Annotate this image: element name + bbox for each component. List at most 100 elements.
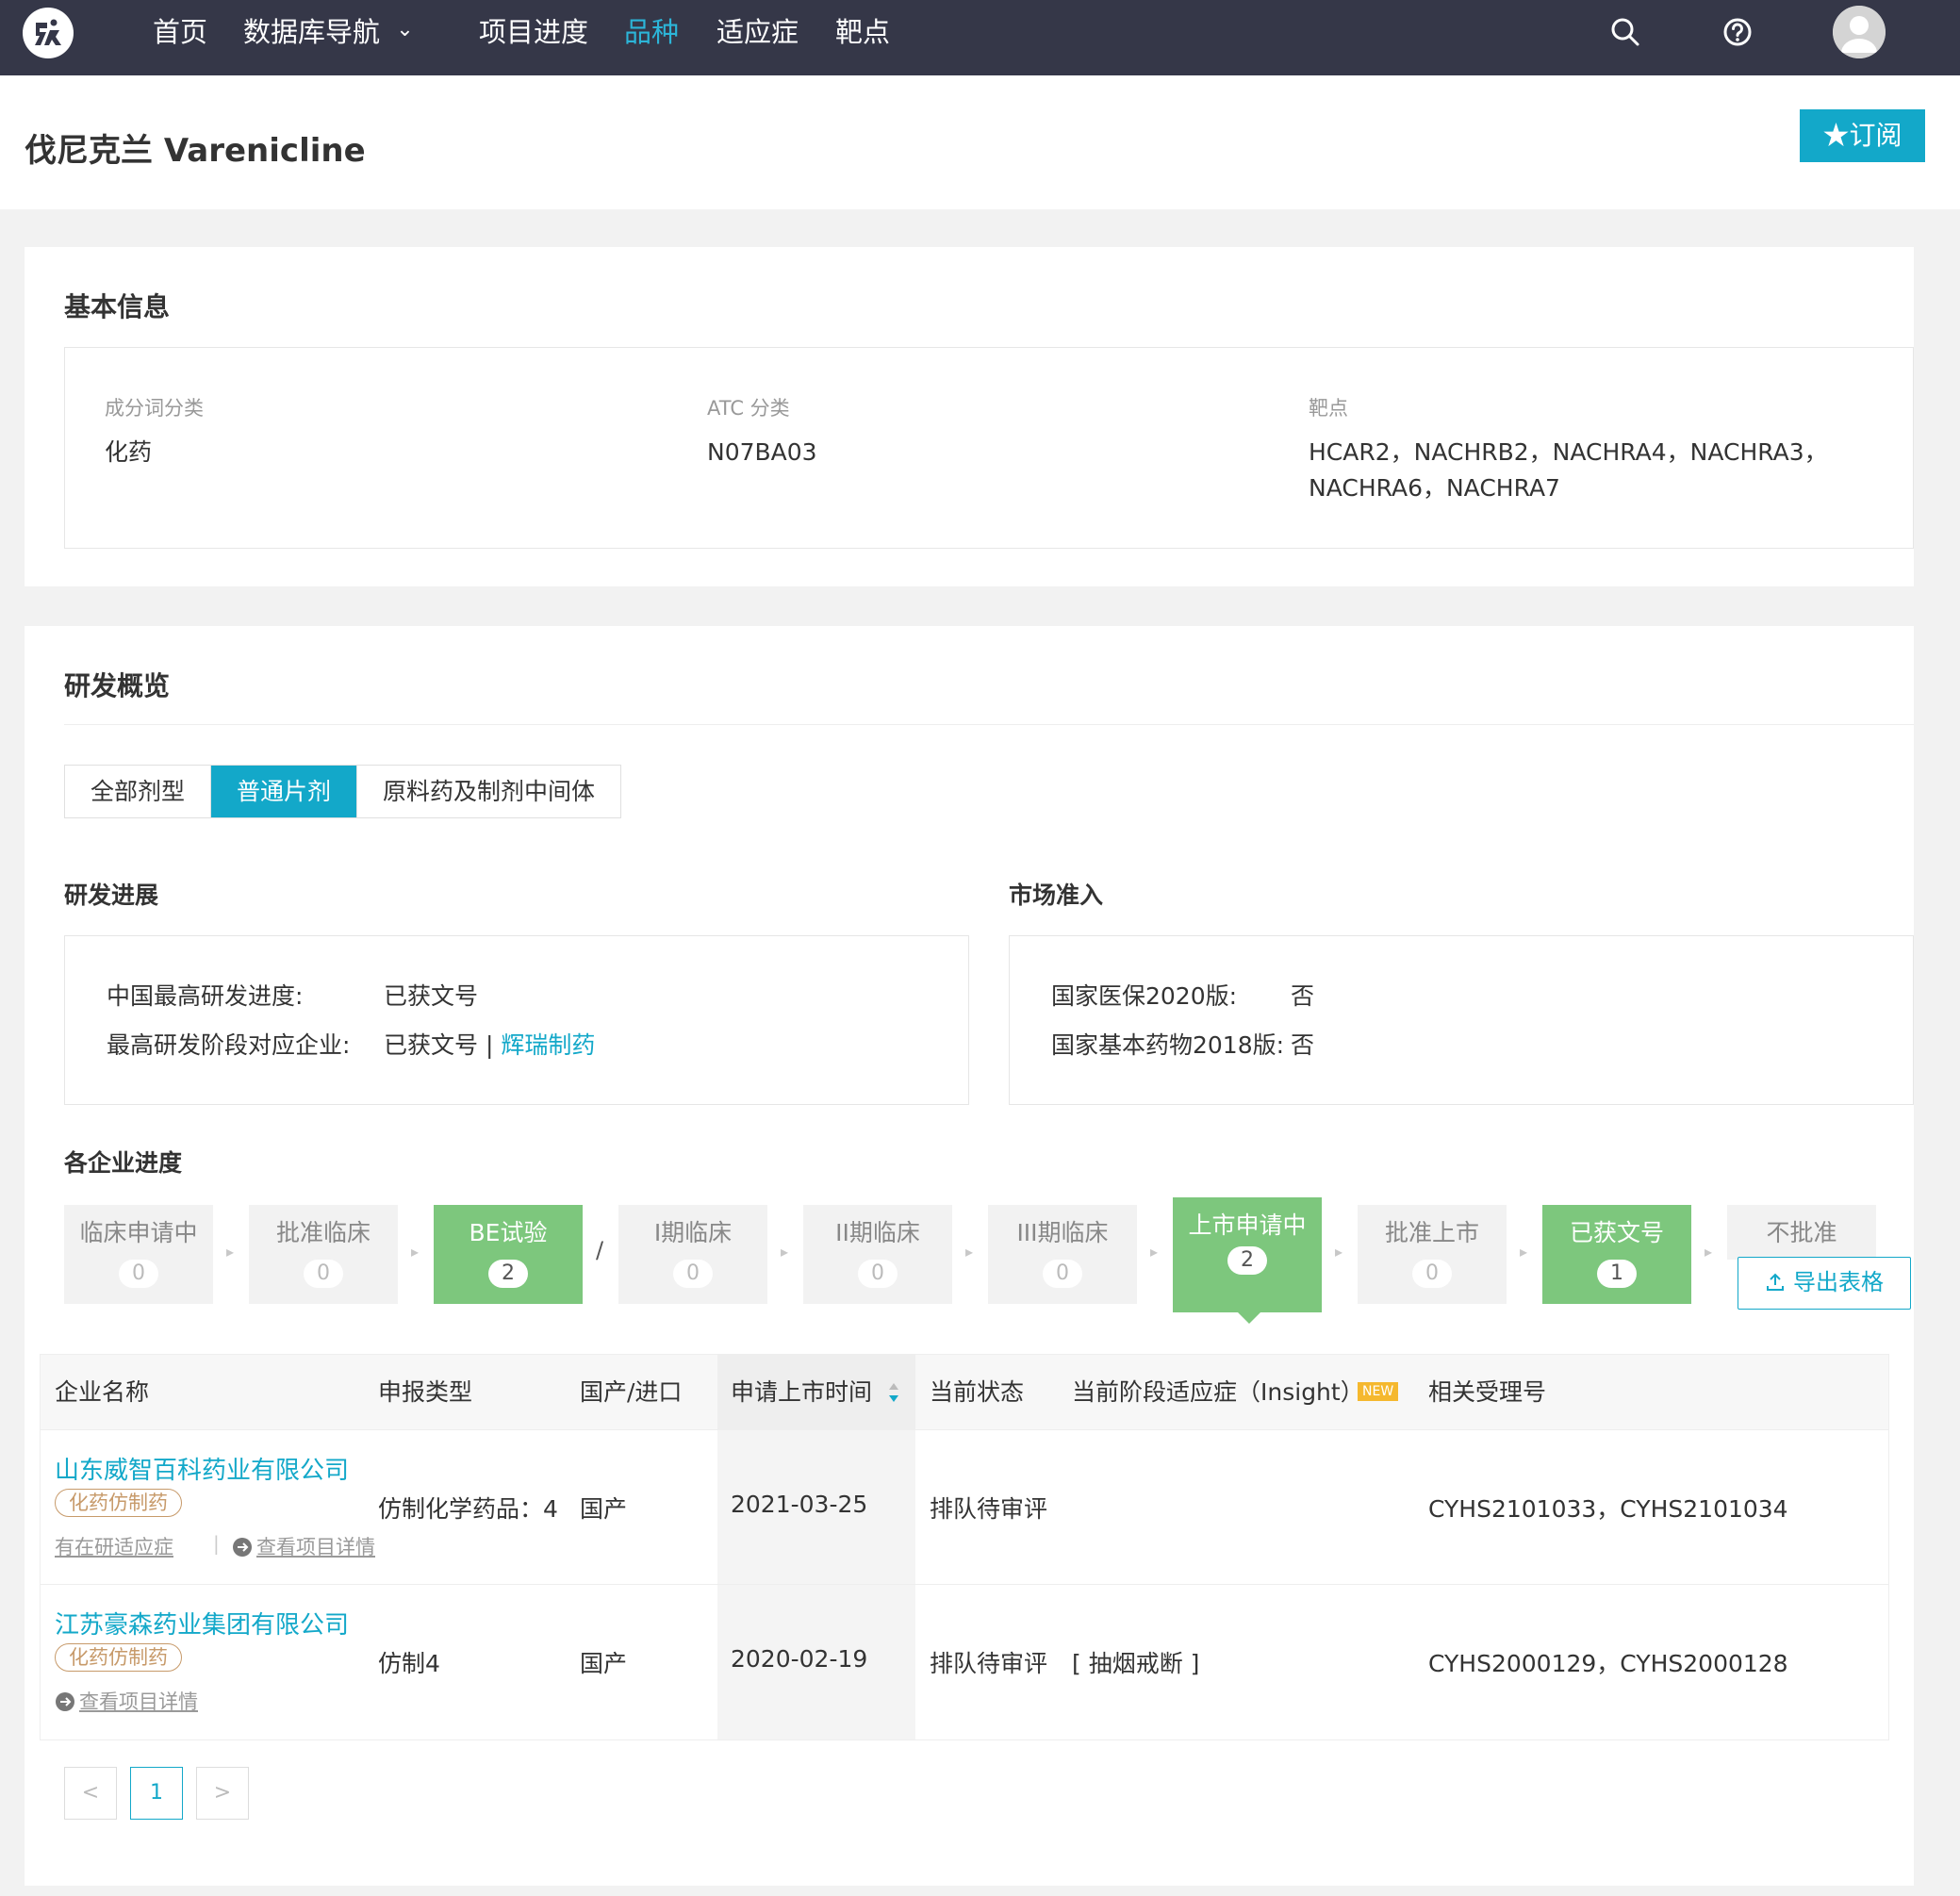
avatar-icon[interactable] bbox=[1833, 6, 1886, 58]
field-value-atc: N07BA03 bbox=[707, 438, 817, 466]
stage-count: 0 bbox=[673, 1260, 713, 1288]
field-value-ingredient-class: 化药 bbox=[105, 438, 153, 466]
divider bbox=[64, 724, 1914, 725]
nav-item-label: 数据库导航 bbox=[243, 16, 381, 48]
tab-all-dosage-forms[interactable]: 全部剂型 bbox=[65, 766, 212, 817]
kv-label-essential-medicines: 国家基本药物2018版: bbox=[1051, 1031, 1285, 1059]
stage-8[interactable]: 已获文号 1 bbox=[1542, 1205, 1691, 1304]
dosage-form-tabs: 全部剂型 普通片剂 原料药及制剂中间体 bbox=[64, 765, 622, 818]
selected-stage-pointer bbox=[1238, 1312, 1260, 1324]
nav-item-indications[interactable]: 适应症 bbox=[716, 0, 799, 75]
stage-label: I期临床 bbox=[653, 1219, 733, 1246]
stage-9[interactable]: 不批准 bbox=[1727, 1205, 1876, 1260]
help-icon[interactable] bbox=[1721, 15, 1754, 49]
upload-icon bbox=[1767, 1273, 1784, 1291]
market-access-box: 国家医保2020版: 否 国家基本药物2018版: 否 bbox=[1009, 935, 1914, 1105]
cell-current-indication[interactable]: [ 抽烟戒断 ] bbox=[1072, 1645, 1199, 1679]
sub-divider: | bbox=[213, 1532, 220, 1555]
stage-label: 已获文号 bbox=[1569, 1219, 1664, 1246]
export-table-button[interactable]: 导出表格 bbox=[1738, 1257, 1911, 1310]
stage-label: BE试验 bbox=[469, 1219, 548, 1246]
view-project-details-link[interactable]: 查看项目详情 bbox=[232, 1532, 375, 1560]
field-value-targets-line2: NACHRA6，NACHRA7 bbox=[1309, 474, 1560, 502]
logo-icon[interactable] bbox=[23, 8, 74, 58]
cell-current-status: 排队待审评 bbox=[930, 1650, 1048, 1677]
kv-value-medical-insurance: 否 bbox=[1291, 982, 1315, 1010]
cell-origin: 国产 bbox=[580, 1650, 628, 1677]
stage-separator-arrow: ▸ bbox=[226, 1243, 235, 1261]
stage-separator-arrow: ▸ bbox=[781, 1243, 789, 1261]
pagination-page-button[interactable]: 1 bbox=[130, 1767, 183, 1820]
th-application-type: 申报类型 bbox=[378, 1378, 473, 1406]
company-link[interactable]: 江苏豪森药业集团有限公司 bbox=[55, 1606, 349, 1640]
stage-2[interactable]: BE试验 2 bbox=[434, 1205, 583, 1304]
stage-count: 0 bbox=[858, 1260, 898, 1288]
stage-separator-slash: / bbox=[596, 1237, 604, 1263]
cell-listing-date: 2021-03-25 bbox=[731, 1491, 868, 1518]
nav-item-database-navigation[interactable]: 数据库导航 ⌄ bbox=[243, 0, 414, 75]
nav-item-varieties[interactable]: 品种 bbox=[624, 0, 679, 75]
cell-origin: 国产 bbox=[580, 1495, 628, 1523]
field-label-atc: ATC 分类 bbox=[707, 397, 790, 420]
stage-count: 0 bbox=[119, 1260, 158, 1288]
section-title-basic-info: 基本信息 bbox=[64, 291, 171, 322]
stage-separator-arrow: ▸ bbox=[1335, 1243, 1343, 1261]
basic-info-card: 基本信息 成分词分类 化药 ATC 分类 N07BA03 靶点 HCAR2，NA… bbox=[25, 247, 1914, 586]
stage-3[interactable]: I期临床 0 bbox=[618, 1205, 767, 1304]
in-research-indications-link[interactable]: 有在研适应症 bbox=[55, 1532, 173, 1560]
arrow-circle-icon bbox=[56, 1692, 74, 1711]
company-link[interactable]: 山东威智百科药业有限公司 bbox=[55, 1451, 349, 1486]
company-link-pfizer[interactable]: 辉瑞制药 bbox=[501, 1031, 595, 1059]
subscribe-button[interactable]: ★订阅 bbox=[1800, 109, 1925, 162]
stage-7[interactable]: 批准上市 0 bbox=[1358, 1205, 1507, 1304]
export-label: 导出表格 bbox=[1793, 1270, 1884, 1295]
nav-item-project-progress[interactable]: 项目进度 bbox=[479, 0, 588, 75]
th-listing-date[interactable]: 申请上市时间 bbox=[731, 1355, 872, 1430]
kv-label-highest-progress: 中国最高研发进度: bbox=[107, 982, 304, 1010]
cell-acceptance-numbers[interactable]: CYHS2000129，CYHS2000128 bbox=[1428, 1645, 1788, 1679]
th-origin: 国产/进口 bbox=[580, 1378, 683, 1406]
cell-listing-date: 2020-02-19 bbox=[731, 1645, 868, 1673]
view-project-details-label: 查看项目详情 bbox=[256, 1536, 375, 1558]
stage-separator-arrow: ▸ bbox=[1520, 1243, 1528, 1261]
th-current-status: 当前状态 bbox=[930, 1378, 1025, 1406]
rd-progress-box: 中国最高研发进度: 已获文号 最高研发阶段对应企业: 已获文号 | 辉瑞制药 bbox=[64, 935, 969, 1105]
basic-info-box: 成分词分类 化药 ATC 分类 N07BA03 靶点 HCAR2，NACHRB2… bbox=[64, 347, 1914, 549]
pagination-next-button[interactable]: > bbox=[196, 1767, 249, 1820]
new-badge: NEW bbox=[1358, 1382, 1399, 1401]
stage-0[interactable]: 临床申请中 0 bbox=[64, 1205, 213, 1304]
kv-value-highest-stage-company: 已获文号 | 辉瑞制药 bbox=[384, 1027, 595, 1061]
stage-label: 上市申请中 bbox=[1188, 1212, 1307, 1239]
stage-separator-arrow: ▸ bbox=[1150, 1243, 1159, 1261]
nav-item-home[interactable]: 首页 bbox=[153, 0, 207, 75]
search-icon[interactable] bbox=[1608, 15, 1642, 49]
drug-type-tag: 化药仿制药 bbox=[55, 1643, 182, 1672]
stage-count: 0 bbox=[304, 1260, 343, 1288]
kv-label-highest-stage-company: 最高研发阶段对应企业: bbox=[107, 1031, 351, 1059]
stage-separator-arrow: ▸ bbox=[965, 1243, 974, 1261]
chevron-down-icon: ⌄ bbox=[396, 18, 414, 41]
table-row: 江苏豪森药业集团有限公司 化药仿制药 查看项目详情 仿制4 国产 2020-02… bbox=[41, 1585, 1888, 1739]
stage-label: 临床申请中 bbox=[79, 1219, 198, 1246]
stage-4[interactable]: II期临床 0 bbox=[803, 1205, 952, 1304]
th-current-indication: 当前阶段适应症（Insight） bbox=[1072, 1378, 1364, 1406]
field-value-targets-line1: HCAR2，NACHRB2，NACHRA4，NACHRA3， bbox=[1309, 438, 1828, 466]
field-label-targets: 靶点 bbox=[1309, 397, 1348, 420]
stage-1[interactable]: 批准临床 0 bbox=[249, 1205, 398, 1304]
stage-count: 2 bbox=[1227, 1246, 1267, 1275]
section-title-market-access: 市场准入 bbox=[1009, 882, 1104, 909]
section-title-rd-progress: 研发进展 bbox=[64, 882, 159, 909]
stage-5[interactable]: III期临床 0 bbox=[988, 1205, 1137, 1304]
sort-icon[interactable] bbox=[887, 1381, 900, 1404]
cell-acceptance-numbers[interactable]: CYHS2101033，CYHS2101034 bbox=[1428, 1491, 1788, 1525]
th-acceptance-numbers: 相关受理号 bbox=[1428, 1378, 1547, 1406]
nav-item-targets[interactable]: 靶点 bbox=[835, 0, 890, 75]
view-project-details-link[interactable]: 查看项目详情 bbox=[55, 1687, 198, 1715]
tab-ordinary-tablets[interactable]: 普通片剂 bbox=[211, 766, 358, 817]
stage-6[interactable]: 上市申请中 2 bbox=[1173, 1197, 1322, 1324]
stage-label: II期临床 bbox=[835, 1219, 920, 1246]
stage-label: 不批准 bbox=[1766, 1219, 1837, 1246]
tab-api-and-intermediates[interactable]: 原料药及制剂中间体 bbox=[357, 766, 621, 817]
stage-label: III期临床 bbox=[1016, 1219, 1109, 1246]
pagination-prev-button[interactable]: < bbox=[64, 1767, 117, 1820]
